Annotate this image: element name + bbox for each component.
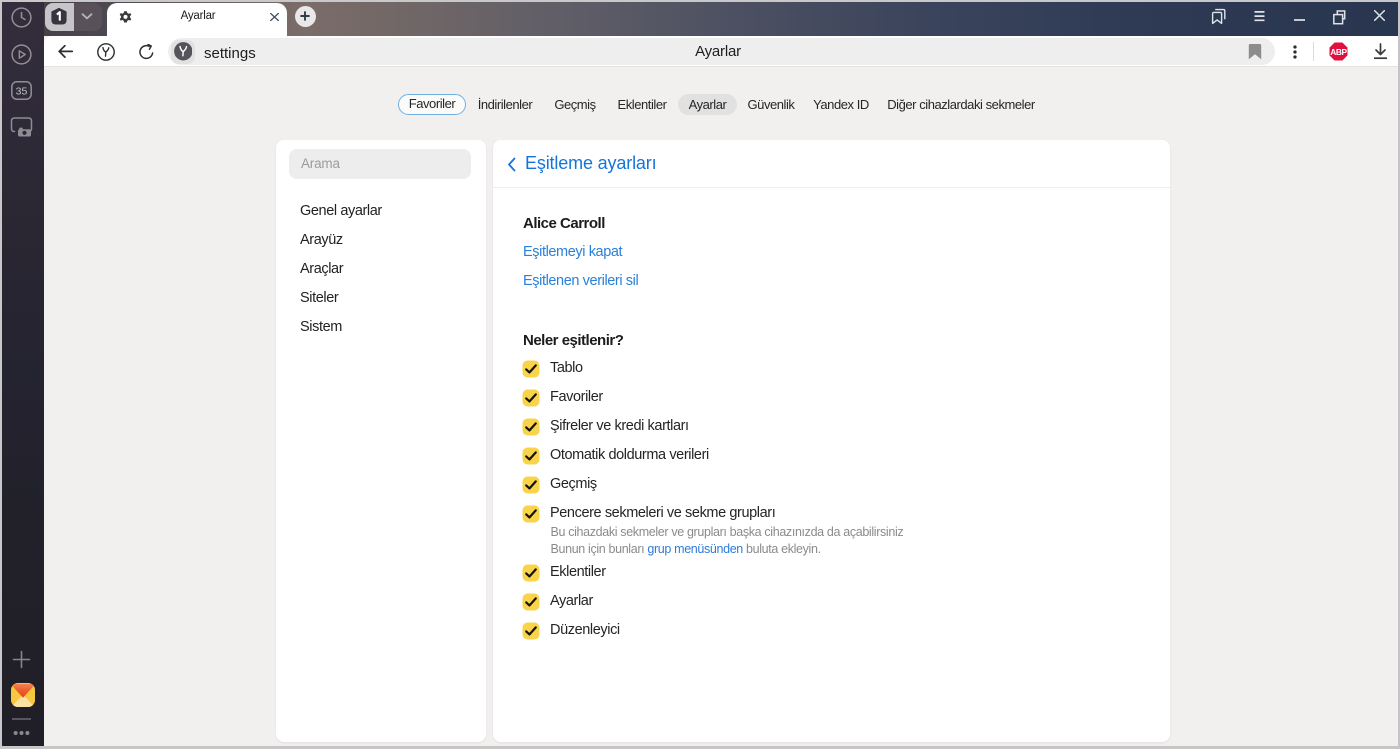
svg-text:ABP: ABP bbox=[1330, 47, 1347, 57]
svg-text:35: 35 bbox=[16, 86, 28, 98]
